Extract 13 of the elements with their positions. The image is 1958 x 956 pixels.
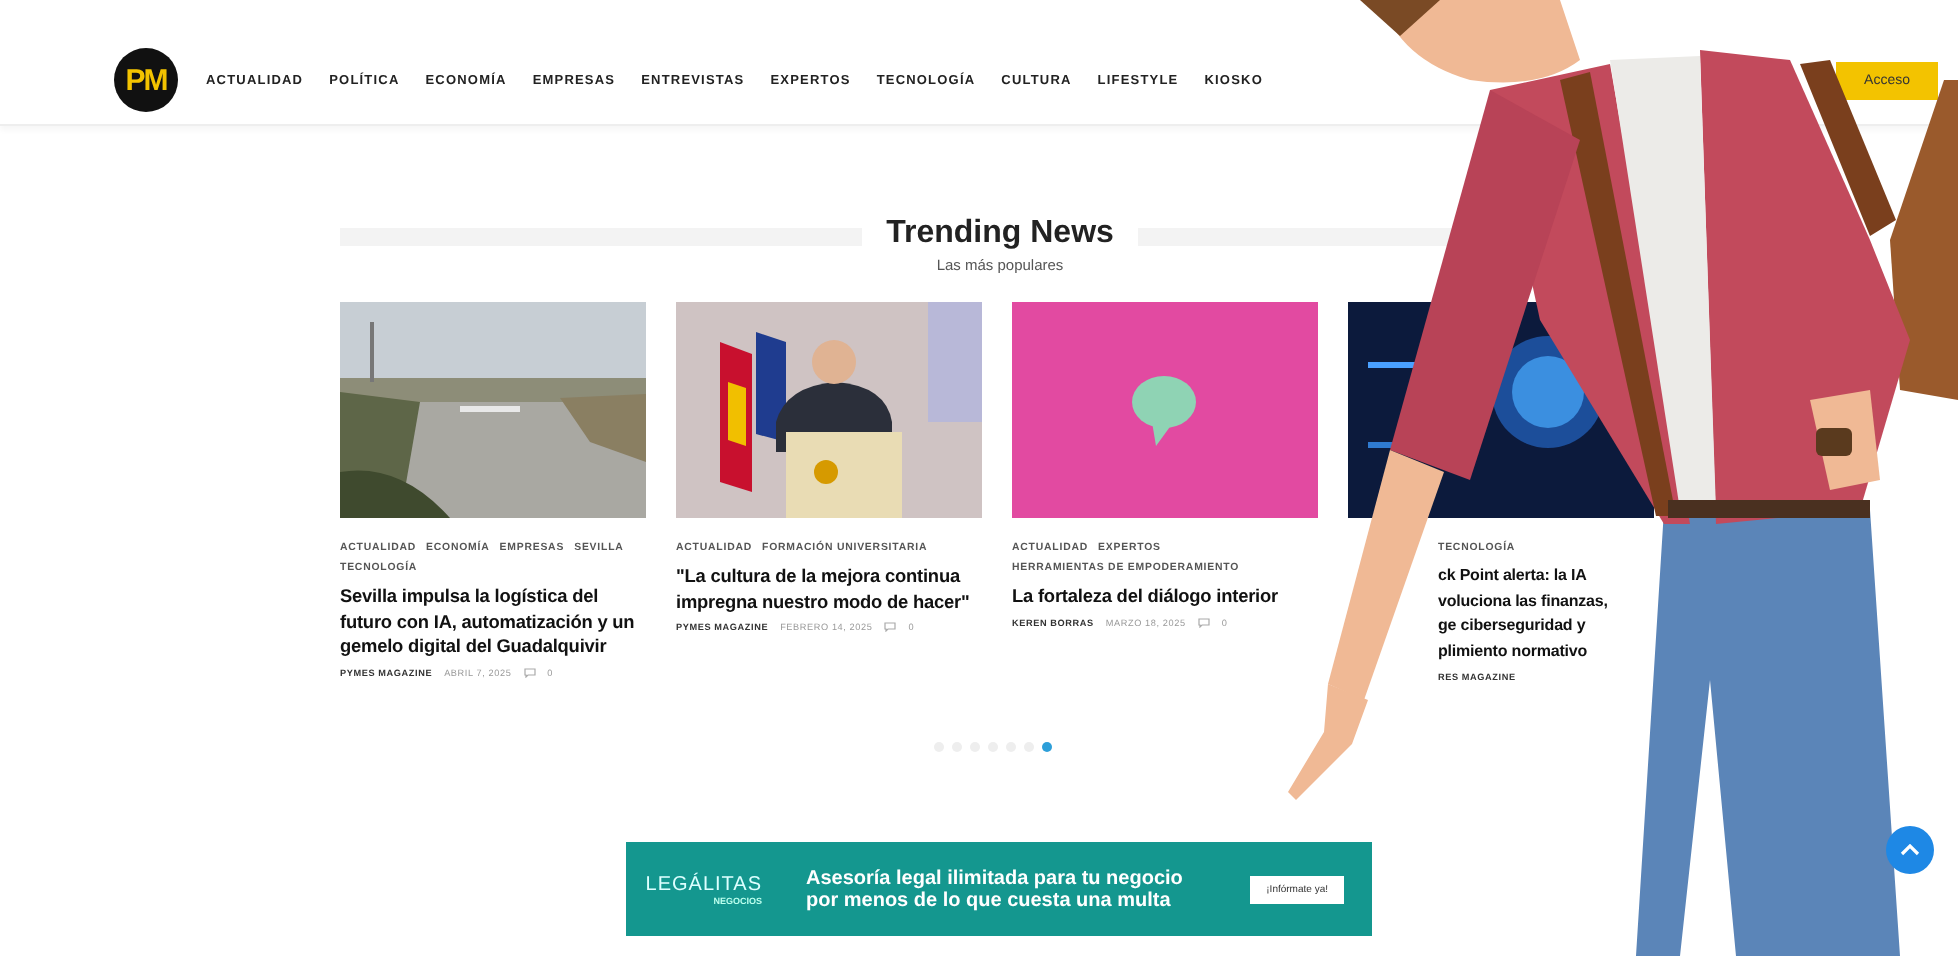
comment-icon	[1197, 617, 1210, 627]
scroll-top-button[interactable]	[1886, 826, 1934, 874]
article-title[interactable]: La fortaleza del diálogo interior	[1012, 584, 1318, 609]
comment-icon	[523, 667, 536, 677]
article-title[interactable]: "La cultura de la mejora continua impregna nuestro modo de hacer"	[676, 564, 982, 614]
ad-text[interactable]: Asesoría legal ilimitada para tu negocio por menos de lo que cuesta una multa	[806, 867, 1186, 911]
comment-icon	[884, 622, 897, 632]
article-title[interactable]: ck Point alerta: la IA voluciona las finanzas, ge ciberseguridad y plimiento normativo	[1438, 564, 1654, 664]
carousel-dot[interactable]	[1042, 742, 1052, 752]
section-title: Trending News	[886, 216, 1114, 252]
logo[interactable]: PM	[114, 48, 178, 112]
chevron-up-icon	[1900, 844, 1920, 856]
article-title[interactable]: Sevilla impulsa la logística del futuro con IA, automatización y un gemelo digital del Guadalquivir	[340, 584, 646, 659]
